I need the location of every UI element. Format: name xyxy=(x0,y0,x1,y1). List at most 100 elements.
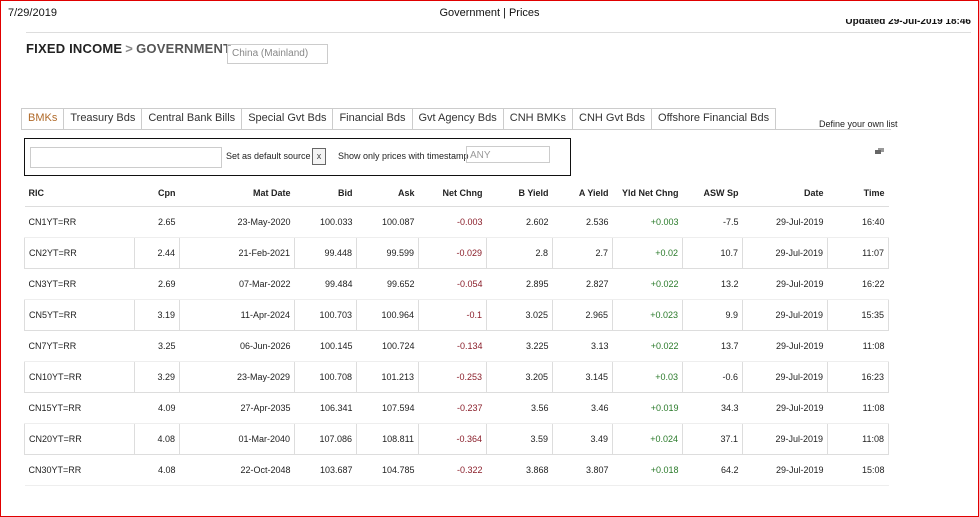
table-cell: 103.687 xyxy=(294,454,357,486)
column-header-mat-date[interactable]: Mat Date xyxy=(179,179,295,207)
table-cell: 16:22 xyxy=(827,268,889,300)
ric-link[interactable]: CN1YT=RR xyxy=(24,206,135,238)
column-header-ric[interactable]: RIC xyxy=(24,179,135,207)
timestamp-filter-input[interactable]: ANY xyxy=(466,146,550,163)
table-cell: 3.46 xyxy=(552,392,613,424)
table-cell: +0.022 xyxy=(612,268,683,300)
column-header-asw-sp[interactable]: ASW Sp xyxy=(682,179,743,207)
table-row[interactable]: CN1YT=RR 2.65 23-May-2020 100.033 100.087 -0.… xyxy=(24,206,889,238)
ric-link[interactable]: CN20YT=RR xyxy=(24,423,135,455)
table-cell: 9.9 xyxy=(682,299,743,331)
table-cell: 11:07 xyxy=(827,237,889,269)
breadcrumb: FIXED INCOME > GOVERNMENT xyxy=(26,41,231,56)
table-cell: 100.033 xyxy=(294,206,357,238)
table-cell: +0.02 xyxy=(612,237,683,269)
table-cell: 29-Jul-2019 xyxy=(742,454,828,486)
column-header-b-yield[interactable]: B Yield xyxy=(486,179,553,207)
column-header-bid[interactable]: Bid xyxy=(294,179,357,207)
table-row[interactable]: CN3YT=RR 2.69 07-Mar-2022 99.484 99.652 -0.05… xyxy=(24,268,889,300)
table-cell: 104.785 xyxy=(356,454,419,486)
table-cell: 15:08 xyxy=(827,454,889,486)
table-cell: 3.225 xyxy=(486,330,553,362)
table-cell: 11:08 xyxy=(827,330,889,362)
ric-link[interactable]: CN30YT=RR xyxy=(24,454,135,486)
table-cell: 100.703 xyxy=(294,299,357,331)
table-cell: +0.018 xyxy=(612,454,683,486)
table-cell: 13.2 xyxy=(682,268,743,300)
table-cell: 07-Mar-2022 xyxy=(179,268,295,300)
table-cell: 27-Apr-2035 xyxy=(179,392,295,424)
column-header-net-chng[interactable]: Net Chng xyxy=(418,179,487,207)
table-cell: 2.536 xyxy=(552,206,613,238)
column-header-time[interactable]: Time xyxy=(827,179,889,207)
table-cell: -0.6 xyxy=(682,361,743,393)
close-icon[interactable]: x xyxy=(312,148,326,165)
table-row[interactable]: CN5YT=RR 3.19 11-Apr-2024 100.703 100.964 -0.… xyxy=(24,299,889,331)
filter-panel: Set as default source x Show only prices… xyxy=(24,138,571,176)
table-cell: +0.03 xyxy=(612,361,683,393)
table-row[interactable]: CN7YT=RR 3.25 06-Jun-2026 100.145 100.724 -0.… xyxy=(24,330,889,362)
tab-cnh-gvt-bds[interactable]: CNH Gvt Bds xyxy=(572,108,653,130)
table-row[interactable]: CN20YT=RR 4.08 01-Mar-2040 107.086 108.811 -0… xyxy=(24,423,889,455)
tab-cnh-bmks[interactable]: CNH BMKs xyxy=(502,108,573,130)
table-cell: 29-Jul-2019 xyxy=(742,361,828,393)
column-header-ask[interactable]: Ask xyxy=(356,179,419,207)
table-cell: 29-Jul-2019 xyxy=(742,392,828,424)
ric-link[interactable]: CN7YT=RR xyxy=(24,330,135,362)
table-cell: 3.868 xyxy=(486,454,553,486)
tab-gvt-agency-bds[interactable]: Gvt Agency Bds xyxy=(411,108,504,130)
table-cell: 99.652 xyxy=(356,268,419,300)
table-cell: 11:08 xyxy=(827,392,889,424)
table-cell: 2.8 xyxy=(486,237,553,269)
table-row[interactable]: CN2YT=RR 2.44 21-Feb-2021 99.448 99.599 -0.02… xyxy=(24,237,889,269)
define-own-list-link[interactable]: Define your own list xyxy=(819,119,898,129)
table-cell: 107.594 xyxy=(356,392,419,424)
table-cell: -0.364 xyxy=(418,423,487,455)
table-cell: 108.811 xyxy=(356,423,419,455)
set-default-source-label[interactable]: Set as default source xyxy=(226,151,311,161)
table-cell: -0.134 xyxy=(418,330,487,362)
prices-table: RIC Cpn Mat Date Bid Ask Net Chng B Yield A Yie… xyxy=(24,179,889,486)
tab-bmks[interactable]: BMKs xyxy=(21,108,65,130)
tab-financial-bds[interactable]: Financial Bds xyxy=(332,108,413,130)
tab-special-gvt-bds[interactable]: Special Gvt Bds xyxy=(241,108,334,130)
table-cell: 10.7 xyxy=(682,237,743,269)
tab-treasury-bds[interactable]: Treasury Bds xyxy=(63,108,143,130)
ric-link[interactable]: CN2YT=RR xyxy=(24,237,135,269)
table-cell: 23-May-2020 xyxy=(179,206,295,238)
column-header-cpn[interactable]: Cpn xyxy=(134,179,180,207)
table-cell: 100.724 xyxy=(356,330,419,362)
table-cell: 3.13 xyxy=(552,330,613,362)
timestamp-filter-label: Show only prices with timestamp xyxy=(338,151,469,161)
table-row[interactable]: CN10YT=RR 3.29 23-May-2029 100.708 101.213 -0… xyxy=(24,361,889,393)
table-cell: 100.145 xyxy=(294,330,357,362)
table-cell: -0.054 xyxy=(418,268,487,300)
table-row[interactable]: CN15YT=RR 4.09 27-Apr-2035 106.341 107.594 -0… xyxy=(24,392,889,424)
column-header-a-yield[interactable]: A Yield xyxy=(552,179,613,207)
column-header-yld-net-chng[interactable]: Yld Net Chng xyxy=(612,179,683,207)
column-header-date[interactable]: Date xyxy=(742,179,828,207)
table-cell: -0.1 xyxy=(418,299,487,331)
ric-link[interactable]: CN5YT=RR xyxy=(24,299,135,331)
table-cell: 16:40 xyxy=(827,206,889,238)
ric-input[interactable] xyxy=(30,147,222,168)
ric-link[interactable]: CN3YT=RR xyxy=(24,268,135,300)
region-select[interactable]: China (Mainland) xyxy=(227,44,328,64)
table-cell: +0.024 xyxy=(612,423,683,455)
table-cell: 99.599 xyxy=(356,237,419,269)
table-cell: 3.25 xyxy=(134,330,180,362)
table-header-row: RIC Cpn Mat Date Bid Ask Net Chng B Yield A Yie… xyxy=(24,179,889,207)
table-row[interactable]: CN30YT=RR 4.08 22-Oct-2048 103.687 104.785 -0… xyxy=(24,454,889,486)
table-cell: 16:23 xyxy=(827,361,889,393)
table-cell: 29-Jul-2019 xyxy=(742,268,828,300)
breadcrumb-section[interactable]: FIXED INCOME xyxy=(26,41,122,56)
ric-link[interactable]: CN10YT=RR xyxy=(24,361,135,393)
table-cell: 2.827 xyxy=(552,268,613,300)
table-cell: 23-May-2029 xyxy=(179,361,295,393)
ric-link[interactable]: CN15YT=RR xyxy=(24,392,135,424)
breadcrumb-page: GOVERNMENT xyxy=(136,41,232,56)
table-cell: 29-Jul-2019 xyxy=(742,330,828,362)
tab-central-bank-bills[interactable]: Central Bank Bills xyxy=(141,108,243,130)
tab-offshore-financial-bds[interactable]: Offshore Financial Bds xyxy=(651,108,777,130)
popout-window-icon[interactable] xyxy=(875,148,884,155)
